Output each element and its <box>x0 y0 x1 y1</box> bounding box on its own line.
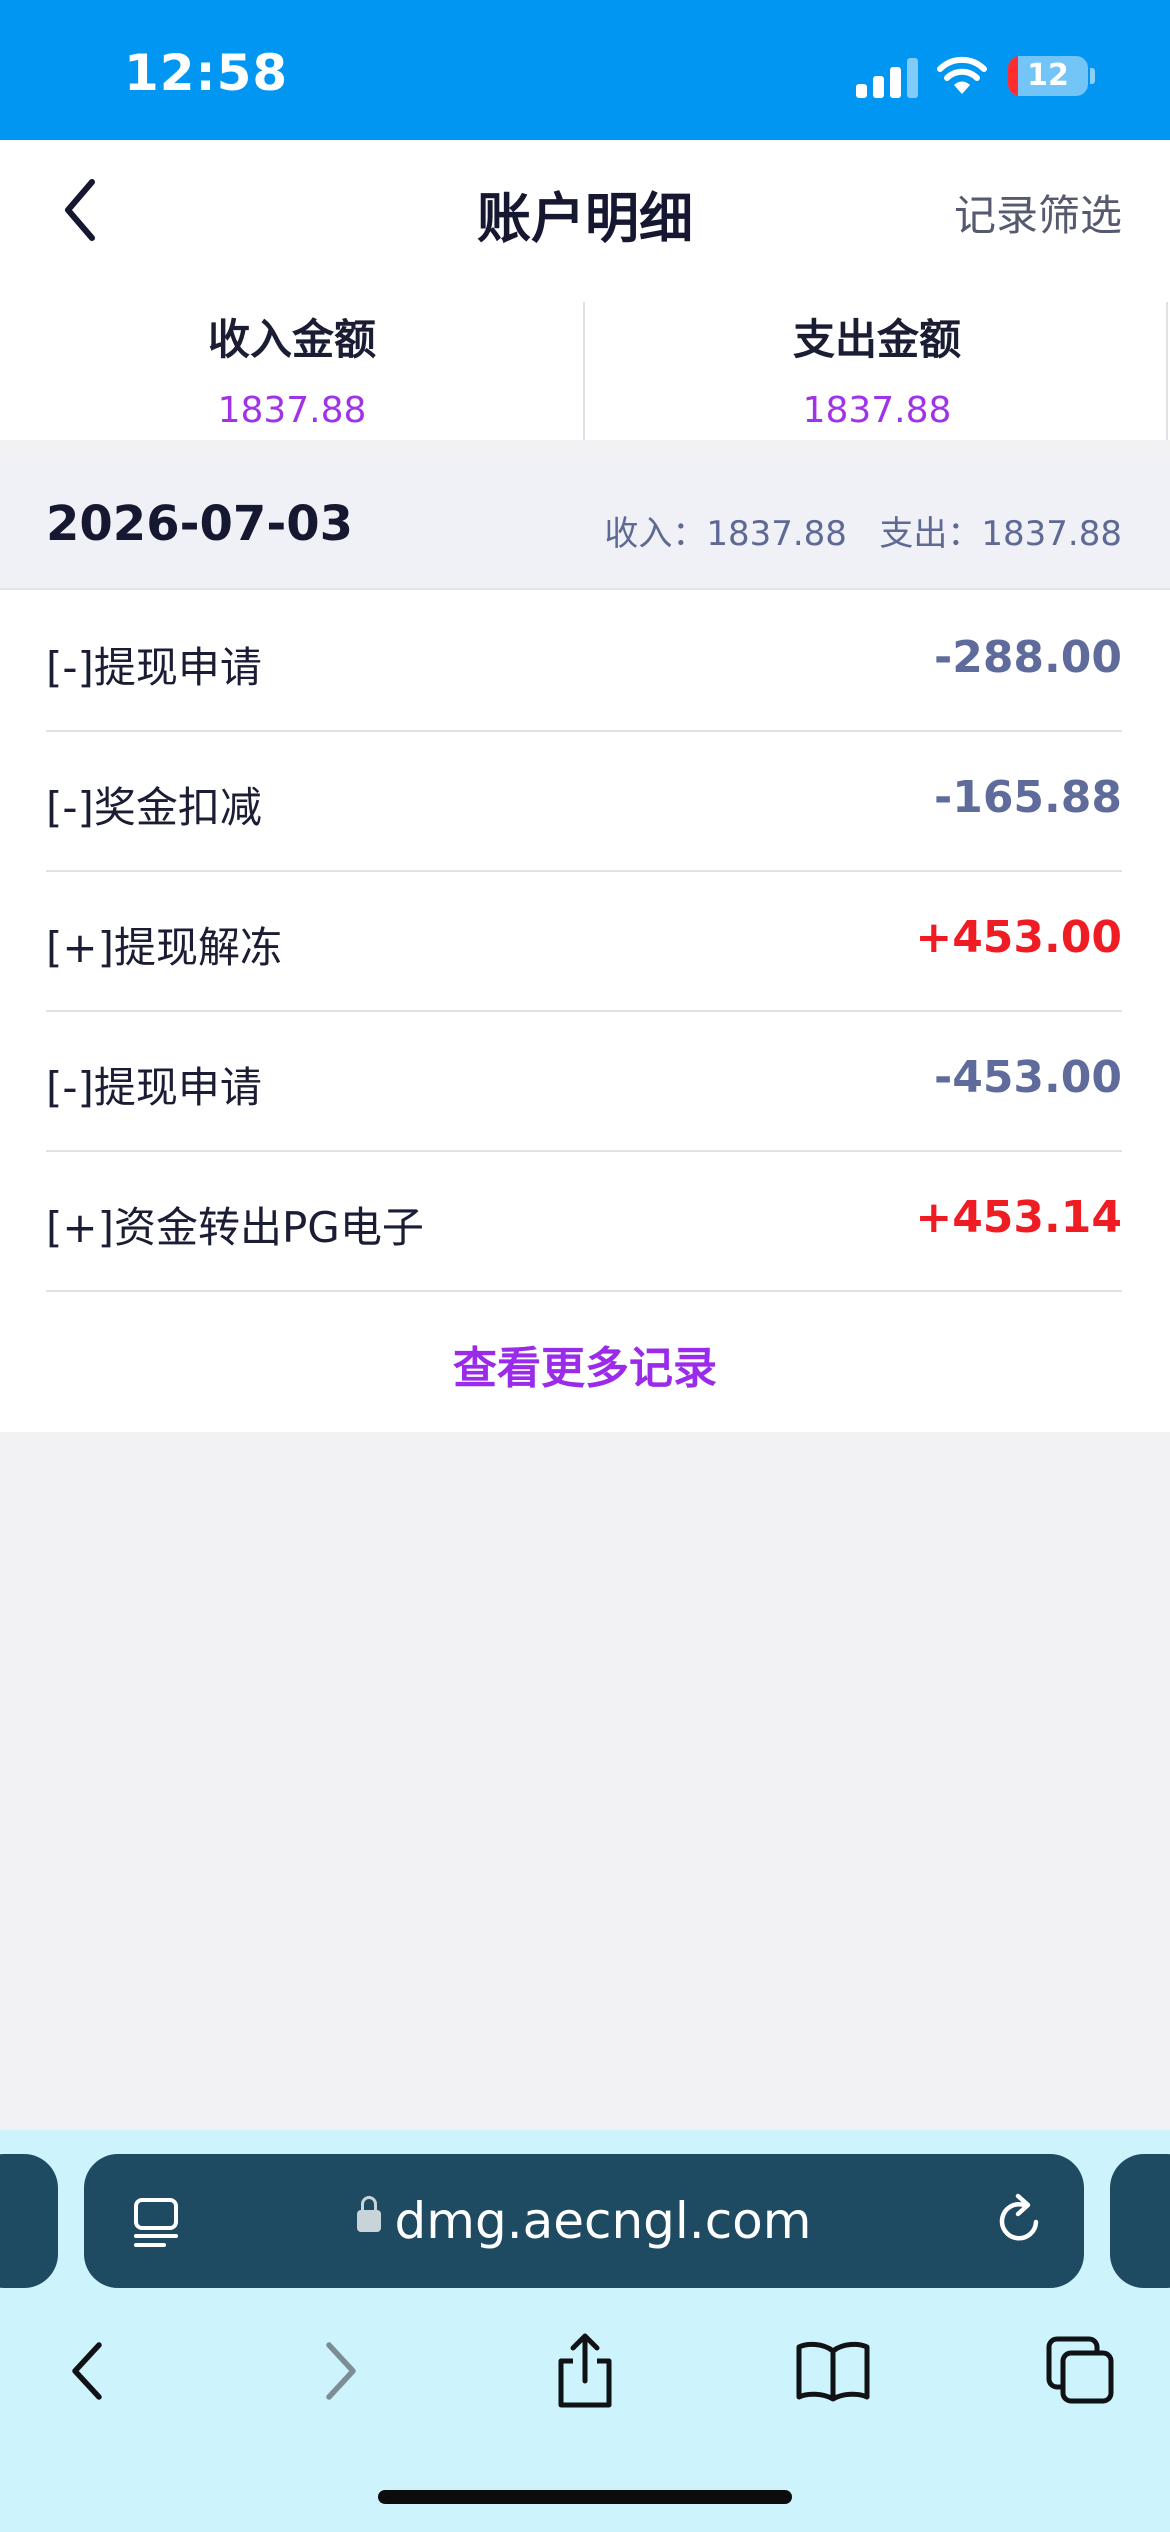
browser-back-button[interactable] <box>42 2326 132 2416</box>
record-amount: +453.14 <box>915 1192 1122 1243</box>
browser-forward-icon <box>326 2342 356 2400</box>
record-amount: -165.88 <box>933 772 1122 823</box>
group-totals: 收入：1837.88 支出：1837.88 <box>604 506 1122 555</box>
group-expense-label: 支出： <box>879 514 982 554</box>
record-amount: +453.00 <box>915 912 1122 963</box>
bookmarks-icon <box>796 2341 870 2402</box>
record-label: [-]奖金扣减 <box>46 783 262 832</box>
summary-divider <box>1166 302 1168 440</box>
address-bar[interactable]: dmg.aecngl.com <box>84 2154 1084 2288</box>
browser-forward-button[interactable] <box>296 2326 386 2416</box>
record-label: [+]资金转出PG电子 <box>46 1203 424 1252</box>
signal-icon <box>856 58 918 98</box>
expense-value: 1837.88 <box>802 390 952 431</box>
previous-tab-preview[interactable] <box>0 2154 58 2288</box>
share-icon <box>558 2333 612 2408</box>
record-row[interactable]: [-]提现申请 -453.00 <box>46 1010 1122 1152</box>
status-time: 12:58 <box>124 44 289 102</box>
tab-switcher-icon <box>1046 2336 1114 2404</box>
group-date: 2026-07-03 <box>46 496 354 552</box>
group-income-label: 收入： <box>604 514 707 554</box>
nav-bar: 账户明细 记录筛选 <box>0 140 1170 280</box>
income-value: 1837.88 <box>217 390 367 431</box>
summary-panel: 收入金额 1837.88 支出金额 1837.88 <box>0 280 1170 440</box>
record-amount: -453.00 <box>933 1052 1122 1103</box>
url-text: dmg.aecngl.com <box>394 2192 812 2250</box>
filter-records-button[interactable]: 记录筛选 <box>954 182 1122 243</box>
record-list: [-]提现申请 -288.00 [-]奖金扣减 -165.88 [+]提现解冻 … <box>0 590 1170 1432</box>
lock-icon <box>356 2195 381 2232</box>
home-indicator <box>378 2490 792 2504</box>
date-group-header: 2026-07-03 收入：1837.88 支出：1837.88 <box>0 462 1170 590</box>
battery-icon: 12 <box>1008 56 1088 96</box>
expense-label: 支出金额 <box>792 315 961 364</box>
record-label: [-]提现申请 <box>46 643 262 692</box>
group-income-value: 1837.88 <box>706 514 847 554</box>
record-row[interactable]: [+]资金转出PG电子 +453.14 <box>46 1150 1122 1292</box>
income-summary: 收入金额 1837.88 <box>0 280 584 440</box>
status-bar: 12:58 12 <box>0 0 1170 140</box>
record-row[interactable]: [+]提现解冻 +453.00 <box>46 870 1122 1012</box>
record-row[interactable]: [-]奖金扣减 -165.88 <box>46 730 1122 872</box>
group-expense-value: 1837.88 <box>981 514 1122 554</box>
wifi-icon <box>937 56 987 94</box>
view-more-records-button[interactable]: 查看更多记录 <box>0 1332 1170 1396</box>
tab-switcher-button[interactable] <box>1036 2326 1126 2416</box>
income-label: 收入金额 <box>207 315 376 364</box>
browser-toolbar: dmg.aecngl.com <box>0 2130 1170 2532</box>
record-row[interactable]: [-]提现申请 -288.00 <box>46 590 1122 732</box>
battery-nub <box>1090 68 1095 84</box>
browser-back-icon <box>72 2342 102 2400</box>
expense-summary: 支出金额 1837.88 <box>585 280 1169 440</box>
url-display: dmg.aecngl.com <box>84 2192 1084 2250</box>
record-label: [-]提现申请 <box>46 1063 262 1112</box>
share-button[interactable] <box>540 2326 630 2416</box>
bookmarks-button[interactable] <box>788 2326 878 2416</box>
next-tab-preview[interactable] <box>1110 2154 1170 2288</box>
record-label: [+]提现解冻 <box>46 923 282 972</box>
record-amount: -288.00 <box>933 632 1122 683</box>
reload-icon[interactable] <box>994 2192 1046 2248</box>
battery-percentage: 12 <box>1027 58 1069 93</box>
